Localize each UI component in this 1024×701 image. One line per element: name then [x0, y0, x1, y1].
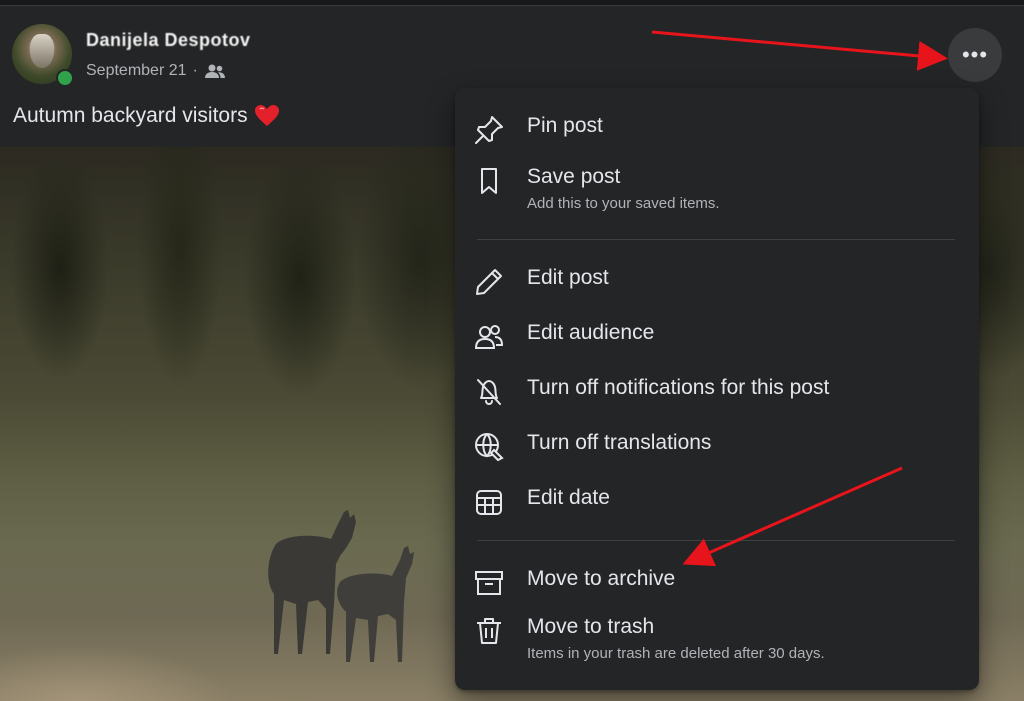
menu-item-move-to-archive[interactable]: Move to archive	[465, 565, 969, 599]
bookmark-icon	[481, 168, 497, 194]
calendar-icon	[476, 490, 502, 515]
people-icon	[474, 325, 504, 349]
menu-item-label: Move to trash	[527, 615, 655, 638]
post-date[interactable]: September 21	[86, 62, 187, 80]
caption-text: Autumn backyard visitors	[13, 104, 248, 127]
menu-item-pin-post[interactable]: Pin post	[465, 112, 969, 146]
menu-item-save-post[interactable]: Save post Add this to your saved items.	[465, 163, 969, 212]
trash-icon	[477, 618, 501, 644]
menu-item-turn-off-notifications[interactable]: Turn off notifications for this post	[465, 374, 969, 408]
bell-off-icon	[477, 379, 501, 405]
friends-icon[interactable]	[204, 63, 226, 79]
post-options-menu: Pin post Save post Add this to your save…	[455, 88, 979, 690]
post-caption: Autumn backyard visitors	[13, 104, 280, 128]
menu-item-label: Turn off translations	[527, 431, 712, 454]
archive-icon	[475, 571, 503, 595]
online-status-dot	[56, 69, 74, 87]
meta-separator: ·	[192, 62, 198, 79]
menu-item-label: Move to archive	[527, 567, 676, 590]
menu-item-label: Edit date	[527, 486, 610, 509]
menu-item-turn-off-translations[interactable]: Turn off translations	[465, 429, 969, 463]
menu-item-label: Edit post	[527, 266, 609, 289]
post-meta: September 21 ·	[86, 62, 226, 80]
menu-item-edit-date[interactable]: Edit date	[465, 484, 969, 518]
author-name[interactable]: Danijela Despotov	[86, 30, 251, 51]
menu-item-label: Save post	[527, 165, 621, 188]
menu-item-label: Edit audience	[527, 321, 655, 344]
menu-item-label: Turn off notifications for this post	[527, 376, 830, 399]
menu-item-description: Items in your trash are deleted after 30…	[527, 645, 825, 662]
pencil-icon	[476, 269, 502, 295]
menu-item-description: Add this to your saved items.	[527, 195, 720, 212]
menu-divider	[477, 239, 955, 240]
menu-item-move-to-trash[interactable]: Move to trash Items in your trash are de…	[465, 613, 969, 662]
menu-divider	[477, 540, 955, 541]
pin-icon	[475, 116, 503, 144]
more-options-button[interactable]: •••	[948, 28, 1002, 82]
menu-item-label: Pin post	[527, 114, 603, 137]
photo-moose-calf	[337, 546, 414, 662]
menu-item-edit-audience[interactable]: Edit audience	[465, 319, 969, 353]
menu-item-edit-post[interactable]: Edit post	[465, 264, 969, 298]
globe-translate-icon	[475, 433, 504, 462]
heart-icon	[254, 105, 279, 126]
